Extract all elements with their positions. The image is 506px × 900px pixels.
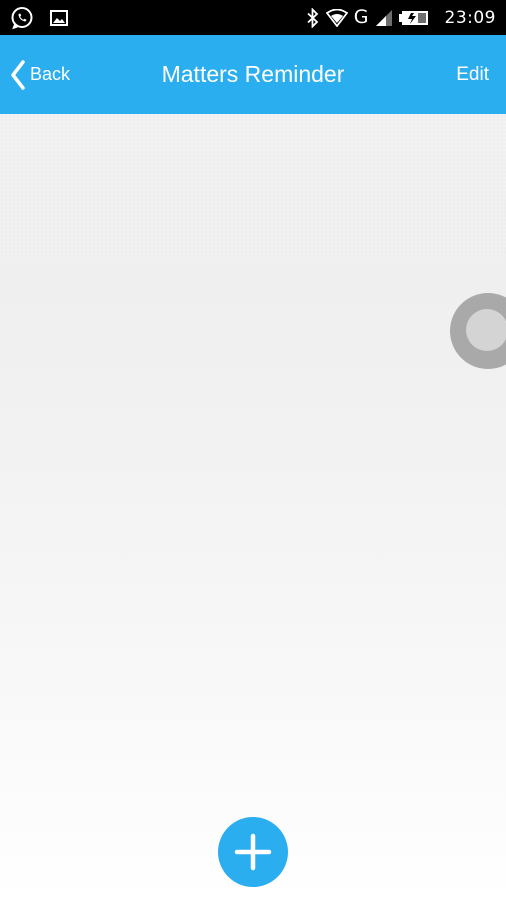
back-button[interactable]: Back [10,35,70,114]
wifi-icon [325,8,348,27]
status-left-icons [10,0,68,35]
clock: 23:09 [444,7,496,28]
network-type-label: G [353,6,369,28]
battery-icon [398,10,429,26]
nav-bar: Back Matters Reminder Edit [0,35,506,114]
add-reminder-button[interactable] [218,817,288,887]
reminder-list-area [0,114,506,900]
status-bar: G 23:09 [0,0,506,35]
whatsapp-icon [10,6,34,30]
assistive-touch-icon [466,309,506,351]
chevron-left-icon [10,59,26,90]
gallery-icon [50,9,68,27]
page-title: Matters Reminder [161,61,345,87]
back-label: Back [30,64,71,84]
plus-icon [233,832,273,872]
bluetooth-icon [306,7,320,28]
status-right-icons: G 23:09 [306,0,496,35]
signal-icon [375,9,393,27]
edit-button[interactable]: Edit [456,35,489,114]
